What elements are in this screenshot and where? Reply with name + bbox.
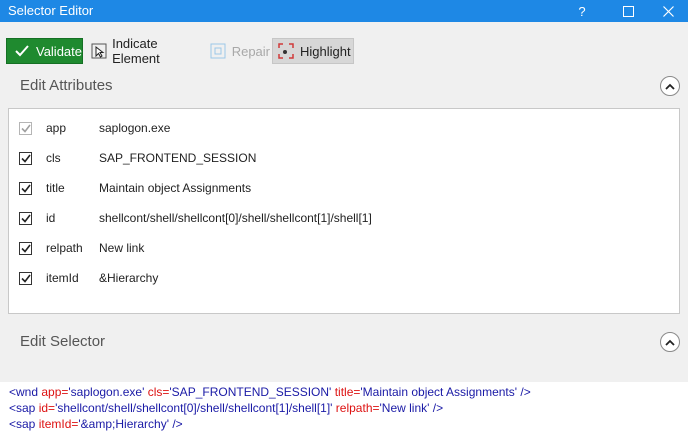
checkmark-icon (20, 274, 31, 283)
close-icon (662, 5, 674, 17)
selector-token: <sap (9, 401, 39, 415)
indicate-element-button[interactable]: Indicate Element (88, 36, 204, 66)
edit-selector-title: Edit Selector (20, 333, 106, 350)
indicate-cursor-icon (90, 42, 107, 60)
validate-label: Validate (35, 43, 82, 59)
attributes-list: app saplogon.exe cls SAP_FRONTEND_SESSIO… (8, 108, 680, 314)
attribute-checkbox-cls[interactable] (19, 151, 32, 165)
edit-attributes-title: Edit Attributes (20, 77, 113, 94)
attribute-checkbox-id[interactable] (19, 211, 32, 225)
selector-token: relpath= (335, 401, 380, 415)
collapse-selector-button[interactable] (660, 332, 680, 352)
repair-button[interactable]: Repair (208, 38, 270, 64)
attribute-value: New link (99, 241, 145, 255)
checkmark-icon (20, 244, 31, 253)
indicate-element-label: Indicate Element (112, 36, 160, 66)
maximize-icon (622, 5, 634, 17)
selector-token: 'New link' (379, 401, 433, 415)
selector-token: /> (172, 417, 183, 431)
attribute-name: app (46, 121, 67, 135)
toolbar: Validate Indicate Element Repair Highlig… (0, 36, 688, 66)
attribute-row-app: app saplogon.exe (9, 116, 679, 140)
attribute-value: saplogon.exe (99, 121, 171, 135)
highlight-button[interactable]: Highlight (272, 38, 354, 64)
highlight-icon (277, 42, 295, 60)
chevron-up-icon (665, 83, 675, 90)
chevron-up-icon (665, 339, 675, 346)
selector-editor[interactable]: <wnd app='saplogon.exe' cls='SAP_FRONTEN… (0, 382, 688, 447)
close-button[interactable] (652, 0, 684, 22)
attribute-checkbox-relpath[interactable] (19, 241, 32, 255)
attribute-name: cls (46, 151, 61, 165)
selector-token: 'saplogon.exe' (68, 385, 148, 399)
help-button[interactable]: ? (566, 0, 598, 22)
selector-line: <wnd app='saplogon.exe' cls='SAP_FRONTEN… (0, 384, 688, 400)
checkmark-icon (13, 42, 31, 60)
collapse-attributes-button[interactable] (660, 76, 680, 96)
selector-token: /> (520, 385, 531, 399)
attribute-value: &Hierarchy (99, 271, 159, 285)
repair-label: Repair (231, 43, 270, 59)
selector-token: itemId= (38, 417, 79, 431)
selector-token: id= (38, 401, 56, 415)
checkmark-icon (20, 214, 31, 223)
attribute-value: shellcont/shell/shellcont[0]/shell/shell… (99, 211, 372, 225)
selector-token: 'shellcont/shell/shellcont[0]/shell/shel… (55, 401, 336, 415)
attribute-checkbox-itemid[interactable] (19, 271, 32, 285)
attribute-value: SAP_FRONTEND_SESSION (99, 151, 257, 165)
checkmark-icon (20, 124, 31, 133)
attribute-row-cls: cls SAP_FRONTEND_SESSION (9, 146, 679, 170)
checkmark-icon (20, 154, 31, 163)
attribute-name: title (46, 181, 65, 195)
highlight-label: Highlight (300, 43, 351, 59)
checkmark-icon (20, 184, 31, 193)
attribute-row-title: title Maintain object Assignments (9, 176, 679, 200)
attribute-checkbox-app[interactable] (19, 121, 32, 135)
edit-selector-header: Edit Selector (0, 322, 688, 362)
title-bar: Selector Editor ? (0, 0, 688, 22)
selector-token: '&amp;Hierarchy' (78, 417, 173, 431)
attribute-checkbox-title[interactable] (19, 181, 32, 195)
attribute-value: Maintain object Assignments (99, 181, 252, 195)
selector-token: <sap (9, 417, 39, 431)
attribute-row-itemid: itemId &Hierarchy (9, 266, 679, 290)
selector-token: 'Maintain object Assignments' (360, 385, 521, 399)
validate-button[interactable]: Validate (6, 38, 83, 64)
selector-token: app= (41, 385, 69, 399)
selector-token: cls= (147, 385, 170, 399)
selector-line: <sap itemId='&amp;Hierarchy' /> (0, 416, 688, 432)
selector-token: 'SAP_FRONTEND_SESSION' (169, 385, 335, 399)
attribute-name: id (46, 211, 56, 225)
attribute-row-relpath: relpath New link (9, 236, 679, 260)
repair-icon (210, 42, 227, 60)
attribute-name: itemId (46, 271, 79, 285)
help-icon: ? (578, 3, 586, 19)
attribute-name: relpath (46, 241, 83, 255)
selector-token: title= (334, 385, 361, 399)
maximize-button[interactable] (612, 0, 644, 22)
selector-line: <sap id='shellcont/shell/shellcont[0]/sh… (0, 400, 688, 416)
window-title: Selector Editor (8, 3, 94, 18)
selector-token: <wnd (9, 385, 42, 399)
attribute-row-id: id shellcont/shell/shellcont[0]/shell/sh… (9, 206, 679, 230)
edit-attributes-header: Edit Attributes (0, 66, 688, 106)
selector-token: /> (432, 401, 444, 415)
